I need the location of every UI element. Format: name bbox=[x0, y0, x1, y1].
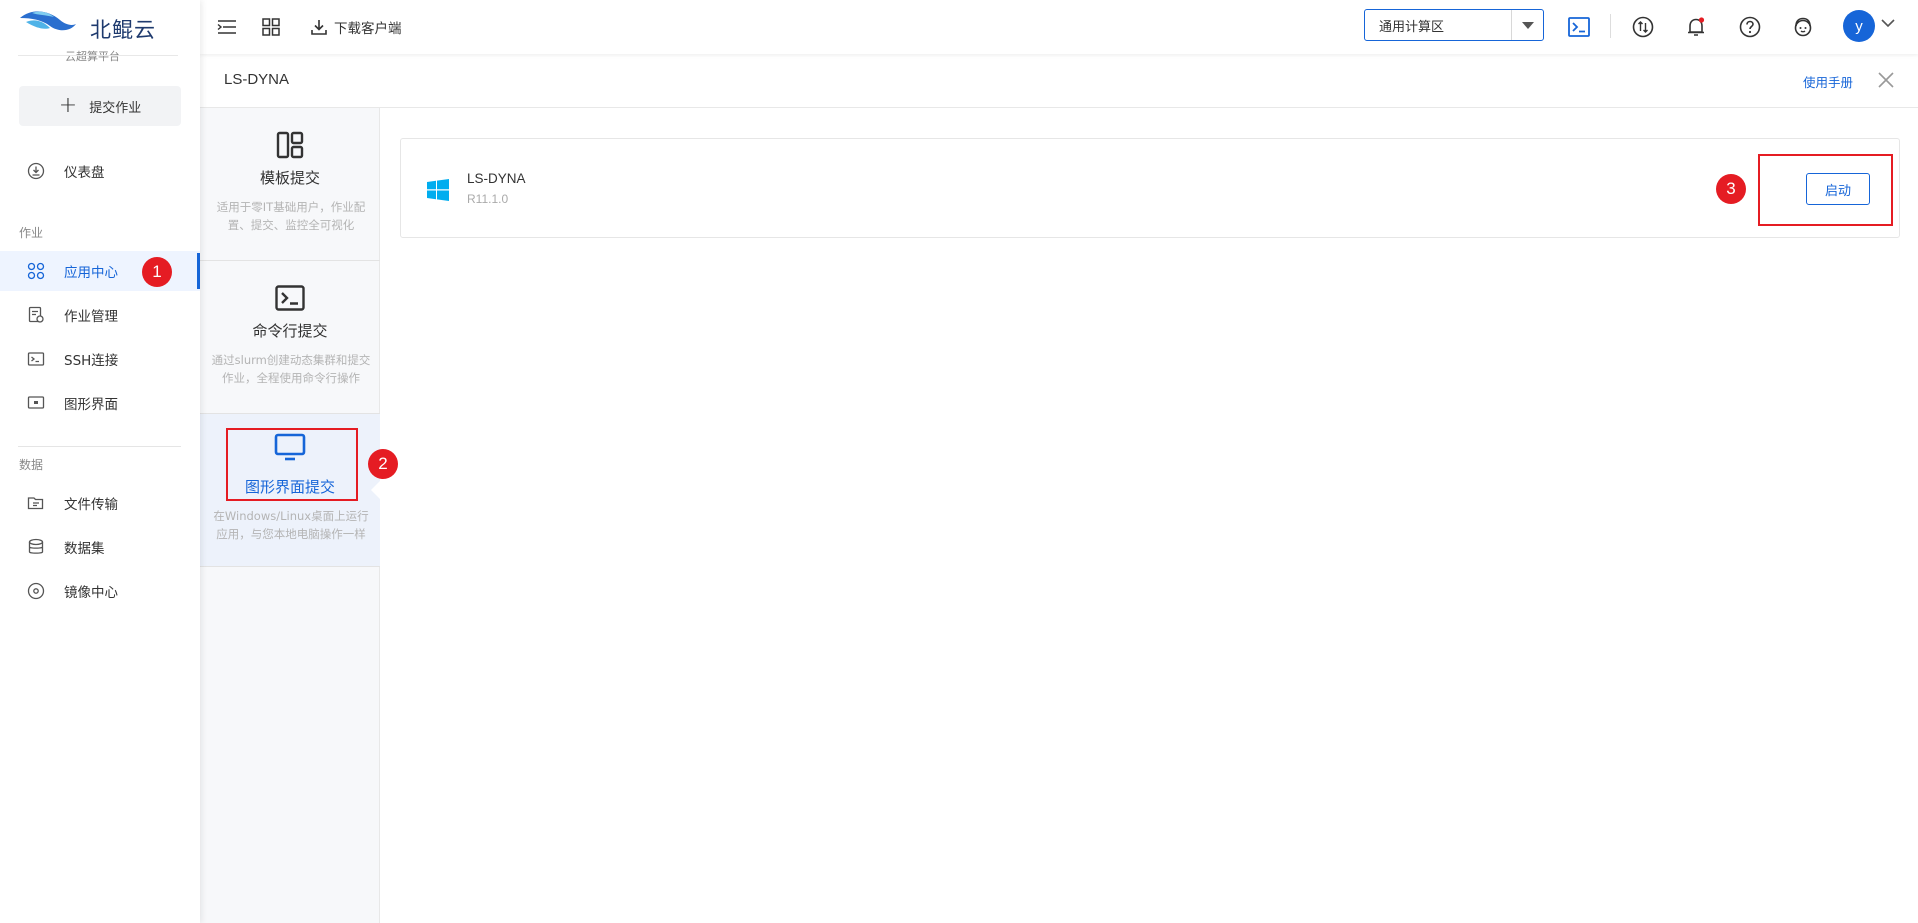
section-title-data: 数据 bbox=[19, 458, 44, 472]
top-bar: 下载客户端 通用计算区 y bbox=[200, 0, 1918, 54]
disc-icon bbox=[27, 582, 45, 600]
download-client-button[interactable]: 下载客户端 bbox=[310, 14, 402, 40]
step-badge-2: 2 bbox=[368, 449, 398, 479]
sidebar-item-label: 数据集 bbox=[64, 541, 105, 557]
menu-toggle-icon[interactable] bbox=[214, 14, 240, 40]
chevron-down-icon bbox=[1511, 10, 1543, 40]
template-layout-icon bbox=[273, 128, 307, 162]
database-icon bbox=[27, 538, 45, 556]
sidebar-item-label: 作业管理 bbox=[64, 309, 118, 325]
submit-type-template[interactable]: 模板提交 适用于零IT基础用户，作业配置、提交、监控全可视化 bbox=[200, 108, 380, 261]
notification-bell-icon[interactable] bbox=[1683, 14, 1709, 40]
sidebar-item-ssh[interactable]: SSH连接 bbox=[0, 339, 200, 379]
download-client-label: 下载客户端 bbox=[334, 21, 402, 37]
dashboard-icon bbox=[27, 162, 45, 180]
sidebar-item-label: 文件传输 bbox=[64, 497, 118, 513]
sidebar-item-label: SSH连接 bbox=[64, 353, 119, 369]
kun-bird-logo-icon bbox=[20, 11, 76, 31]
sidebar-item-gui[interactable]: 图形界面 bbox=[0, 383, 200, 423]
apps-grid-icon bbox=[27, 262, 45, 280]
sidebar-item-label: 应用中心 bbox=[64, 265, 118, 281]
sidebar: 北鲲云 云超算平台 + 提交作业 仪表盘 作业 应用中心 作业管理 SSH连接 bbox=[0, 0, 200, 923]
sidebar-item-dataset[interactable]: 数据集 bbox=[0, 527, 200, 567]
brand-name: 北鲲云 bbox=[90, 18, 156, 42]
submit-type-desc: 通过slurm创建动态集群和提交 作业，全程使用命令行操作 bbox=[211, 353, 371, 385]
command-line-icon bbox=[273, 281, 307, 315]
sidebar-item-image-center[interactable]: 镜像中心 bbox=[0, 571, 200, 611]
topbar-divider bbox=[1610, 14, 1611, 38]
nav-divider bbox=[18, 446, 181, 447]
sidebar-item-dashboard[interactable]: 仪表盘 bbox=[0, 151, 200, 191]
submit-type-panel: 模板提交 适用于零IT基础用户，作业配置、提交、监控全可视化 命令行提交 通过s… bbox=[200, 108, 381, 923]
terminal-shortcut-icon[interactable] bbox=[1566, 14, 1592, 40]
job-list-icon bbox=[27, 306, 45, 324]
customer-service-icon[interactable] bbox=[1790, 14, 1816, 40]
submit-type-desc: 适用于零IT基础用户，作业配置、提交、监控全可视化 bbox=[216, 200, 366, 232]
terminal-icon bbox=[27, 350, 45, 368]
compute-zone-select[interactable]: 通用计算区 bbox=[1364, 9, 1544, 41]
brand-subtitle: 云超算平台 bbox=[65, 50, 120, 63]
highlight-box-gui-submit bbox=[226, 428, 358, 501]
close-icon[interactable] bbox=[1875, 69, 1897, 91]
page-header: LS-DYNA 使用手册 bbox=[200, 54, 1918, 108]
help-icon[interactable] bbox=[1737, 14, 1763, 40]
step-badge-3: 3 bbox=[1716, 174, 1746, 204]
app-version: R11.1.0 bbox=[467, 192, 509, 206]
compute-zone-value: 通用计算区 bbox=[1379, 19, 1445, 35]
sidebar-item-file-transfer[interactable]: 文件传输 bbox=[0, 483, 200, 523]
submit-type-desc: 在Windows/Linux桌面上运行应用，与您本地电脑操作一样 bbox=[213, 509, 369, 541]
sidebar-item-job-management[interactable]: 作业管理 bbox=[0, 295, 200, 335]
app-list-item: LS-DYNA R11.1.0 启动 bbox=[400, 138, 1900, 238]
folder-transfer-icon bbox=[27, 494, 45, 512]
app-grid-icon[interactable] bbox=[258, 14, 284, 40]
logo-divider bbox=[18, 55, 178, 56]
app-name: LS-DYNA bbox=[467, 171, 526, 186]
submit-type-title: 模板提交 bbox=[259, 169, 320, 187]
sidebar-item-label: 图形界面 bbox=[64, 397, 118, 413]
submit-job-label: 提交作业 bbox=[89, 100, 142, 116]
sidebar-item-label: 镜像中心 bbox=[64, 585, 118, 601]
submit-type-cli[interactable]: 命令行提交 通过slurm创建动态集群和提交 作业，全程使用命令行操作 bbox=[200, 261, 380, 414]
section-title-job: 作业 bbox=[19, 226, 44, 240]
active-card-pointer bbox=[371, 480, 381, 500]
chevron-down-icon[interactable] bbox=[1881, 18, 1895, 28]
highlight-box-launch bbox=[1758, 154, 1893, 226]
download-icon bbox=[311, 20, 327, 35]
user-manual-link[interactable]: 使用手册 bbox=[1803, 72, 1853, 91]
submit-job-button[interactable]: + 提交作业 bbox=[19, 86, 181, 126]
desktop-icon bbox=[27, 394, 45, 412]
page-title: LS-DYNA bbox=[224, 71, 290, 88]
transfer-icon[interactable] bbox=[1630, 14, 1656, 40]
submit-type-title: 命令行提交 bbox=[252, 322, 328, 340]
user-avatar[interactable]: y bbox=[1843, 10, 1875, 42]
step-badge-1: 1 bbox=[142, 257, 172, 287]
plus-icon: + bbox=[58, 93, 78, 118]
sidebar-item-label: 仪表盘 bbox=[64, 165, 105, 181]
windows-icon bbox=[427, 179, 449, 201]
